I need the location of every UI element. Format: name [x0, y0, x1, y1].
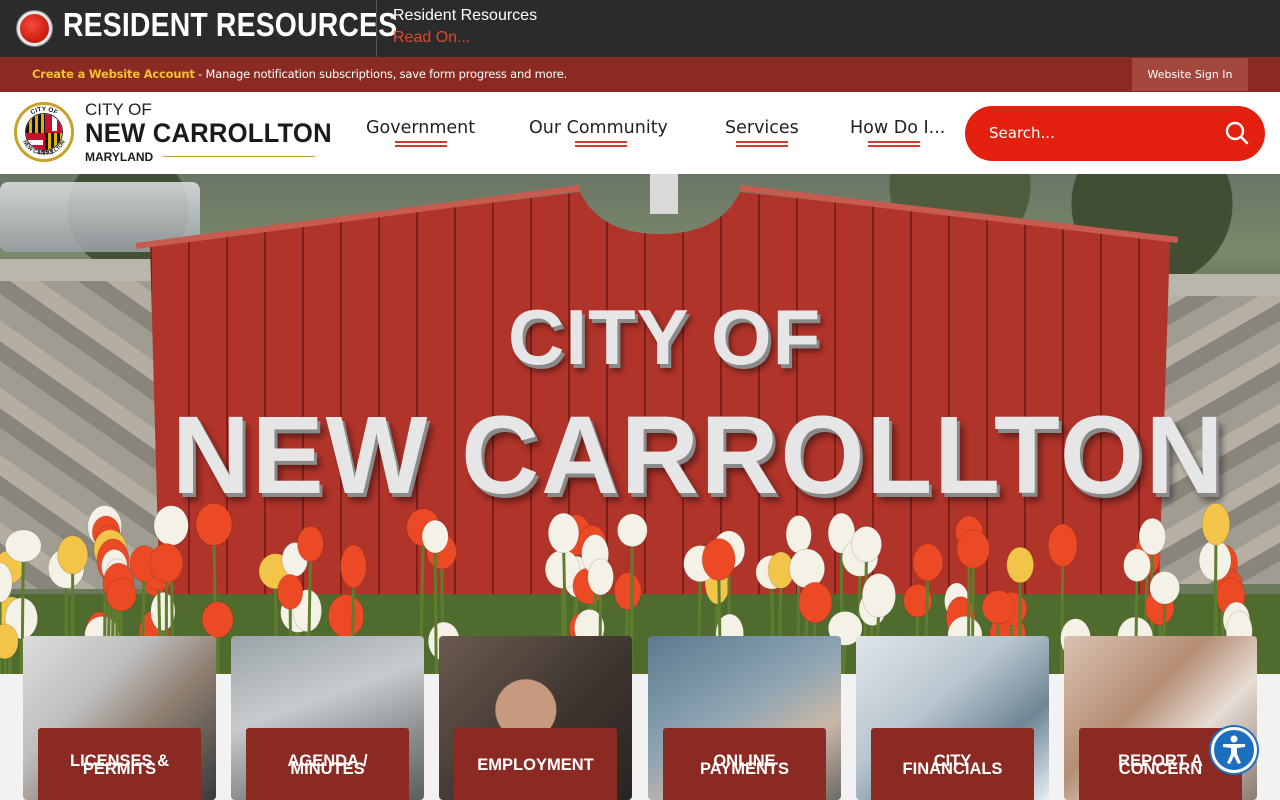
- hero-image: CITY OF NEW CARROLLTON: [0, 174, 1280, 674]
- site-header: CITY OF NEW CARROLLTON 1953 CITY OF NEW …: [0, 92, 1280, 174]
- quick-link-city-financials[interactable]: CITY FINANCIALS: [856, 636, 1049, 800]
- nav-our-community[interactable]: Our Community: [529, 118, 668, 138]
- alert-read-on-link[interactable]: Read On...: [393, 29, 470, 47]
- hero-sign-line2: NEW CARROLLTON: [172, 394, 1226, 517]
- alert-title: RESIDENT RESOURCES: [63, 6, 398, 43]
- quick-link-online-payments[interactable]: ONLINE PAYMENTS: [648, 636, 841, 800]
- nav-how-do-i-underline: [868, 141, 920, 147]
- nav-how-do-i[interactable]: How Do I...: [850, 118, 945, 138]
- accessibility-icon: [1223, 735, 1245, 764]
- alert-divider: [376, 0, 377, 57]
- search-box: [965, 106, 1265, 161]
- create-account-link[interactable]: Create a Website Account: [32, 67, 195, 81]
- account-message-text: - Manage notification subscriptions, sav…: [194, 67, 568, 81]
- logo-city-of: CITY OF: [85, 100, 152, 119]
- alert-bar: RESIDENT RESOURCES Resident Resources Re…: [0, 0, 1280, 57]
- quick-link-label: EMPLOYMENT: [454, 728, 617, 800]
- seal-year: 1953: [37, 149, 54, 156]
- nav-our-community-underline: [575, 141, 627, 147]
- website-sign-in-button[interactable]: Website Sign In: [1132, 58, 1248, 91]
- quick-link-label: ONLINE PAYMENTS: [663, 728, 826, 800]
- search-input[interactable]: [989, 122, 1209, 144]
- hero-sign-line1: CITY OF: [508, 293, 822, 381]
- alert-item-title: Resident Resources: [393, 7, 538, 24]
- seal-top-text: CITY OF: [30, 106, 59, 116]
- quick-link-licenses-permits[interactable]: LICENSES & PERMITS: [23, 636, 216, 800]
- account-message: Create a Website Account - Manage notifi…: [32, 67, 567, 81]
- search-icon[interactable]: [1224, 120, 1250, 146]
- quick-link-agenda-minutes[interactable]: AGENDA / MINUTES: [231, 636, 424, 800]
- quick-link-label: CITY FINANCIALS: [871, 728, 1034, 800]
- nav-services[interactable]: Services: [725, 118, 799, 138]
- nav-government[interactable]: Government: [366, 118, 475, 138]
- city-seal-logo[interactable]: CITY OF NEW CARROLLTON 1953: [14, 102, 74, 162]
- quick-link-label: AGENDA / MINUTES: [246, 728, 409, 800]
- svg-text:CITY OF: CITY OF: [30, 106, 59, 116]
- nav-services-underline: [736, 141, 788, 147]
- quick-links: LICENSES & PERMITS AGENDA / MINUTES EMPLOY…: [0, 636, 1280, 800]
- account-bar: Create a Website Account - Manage notifi…: [0, 57, 1280, 92]
- nav-government-underline: [395, 141, 447, 147]
- alert-dot-icon: [17, 11, 52, 46]
- quick-link-employment[interactable]: EMPLOYMENT: [439, 636, 632, 800]
- logo-state: MARYLAND: [85, 150, 154, 164]
- quick-link-report-concern[interactable]: REPORT A CONCERN: [1064, 636, 1257, 800]
- quick-link-label: LICENSES & PERMITS: [38, 728, 201, 800]
- logo-city-name[interactable]: NEW CARROLLTON: [85, 118, 332, 149]
- accessibility-button[interactable]: [1211, 727, 1257, 773]
